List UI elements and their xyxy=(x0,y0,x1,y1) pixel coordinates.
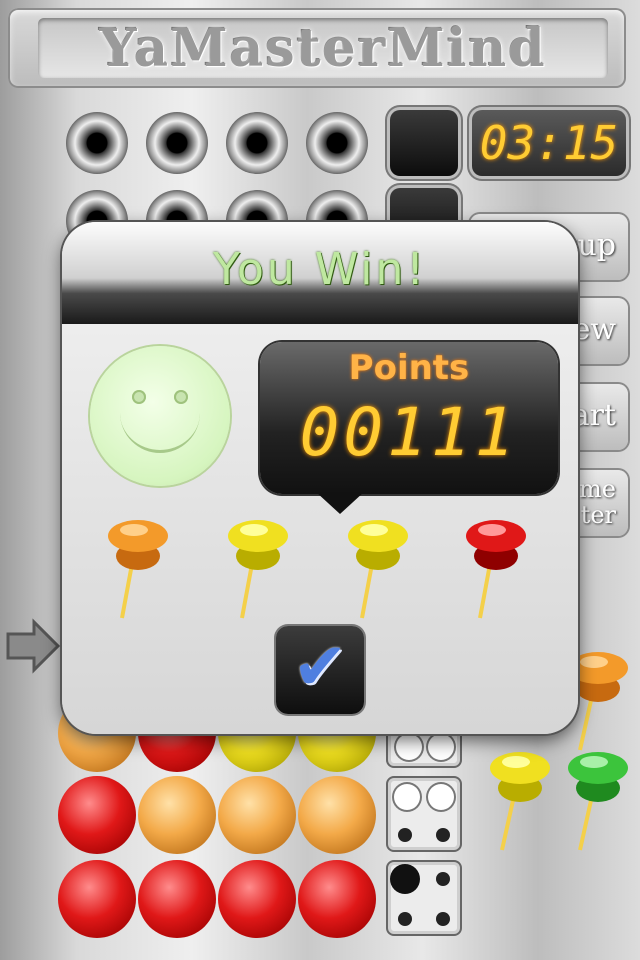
empty-pip xyxy=(398,912,412,926)
guess-peg xyxy=(218,860,296,938)
arrow-icon xyxy=(6,618,61,674)
secret-pin-red xyxy=(466,520,526,619)
restart-button-label: art xyxy=(571,398,616,433)
points-label: Points xyxy=(348,348,470,388)
peg-hole[interactable] xyxy=(306,112,368,174)
guess-peg xyxy=(138,860,216,938)
guess-peg xyxy=(298,860,376,938)
feedback-pip xyxy=(394,732,424,762)
peg-hole[interactable] xyxy=(66,112,128,174)
guess-peg xyxy=(58,776,136,854)
new-game-button-label: ew xyxy=(572,312,616,347)
feedback-pegs xyxy=(386,776,462,852)
secret-pin-orange xyxy=(108,520,168,619)
peg-hole[interactable] xyxy=(226,112,288,174)
empty-pip xyxy=(436,872,450,886)
speech-bubble-tail xyxy=(316,492,364,514)
empty-pip xyxy=(398,828,412,842)
title-bar: YaMasterMind xyxy=(8,8,626,88)
guess-peg xyxy=(218,776,296,854)
feedback-pegs xyxy=(386,860,462,936)
guess-peg xyxy=(58,860,136,938)
feedback-pip xyxy=(392,782,422,812)
smiley-mouth xyxy=(120,410,200,453)
points-display: Points 00111 xyxy=(260,342,558,494)
points-value: 00111 xyxy=(299,394,519,471)
empty-pip xyxy=(436,828,450,842)
guess-peg xyxy=(138,776,216,854)
yellow-pin-palette[interactable] xyxy=(484,746,556,856)
smiley-eye xyxy=(132,390,146,404)
ok-button[interactable]: ✔ xyxy=(276,626,364,714)
peg-hole[interactable] xyxy=(146,112,208,174)
empty-pip xyxy=(436,912,450,926)
smiley-icon xyxy=(90,346,230,486)
checkmark-icon: ✔ xyxy=(292,628,348,705)
game-board: YaMasterMind 03:15 tup ew art me ter You… xyxy=(0,0,640,960)
feedback-pip-black xyxy=(390,864,420,894)
dialog-title: You Win! xyxy=(212,244,428,295)
green-pin-palette[interactable] xyxy=(562,746,634,856)
secret-pin-yellow xyxy=(348,520,408,619)
game-center-button-label: me ter xyxy=(579,475,616,529)
feedback-pip xyxy=(426,732,456,762)
dialog-header: You Win! xyxy=(62,222,578,324)
secret-pin-yellow xyxy=(228,520,288,619)
feedback-slot xyxy=(390,110,458,176)
timer-display: 03:15 xyxy=(472,110,626,176)
smiley-eye xyxy=(174,390,188,404)
title-plate: YaMasterMind xyxy=(38,18,608,79)
app-title: YaMasterMind xyxy=(99,18,547,79)
win-dialog: You Win! Points 00111 ✔ xyxy=(62,222,578,734)
feedback-pip xyxy=(426,782,456,812)
guess-peg xyxy=(298,776,376,854)
timer-value: 03:15 xyxy=(479,116,619,170)
